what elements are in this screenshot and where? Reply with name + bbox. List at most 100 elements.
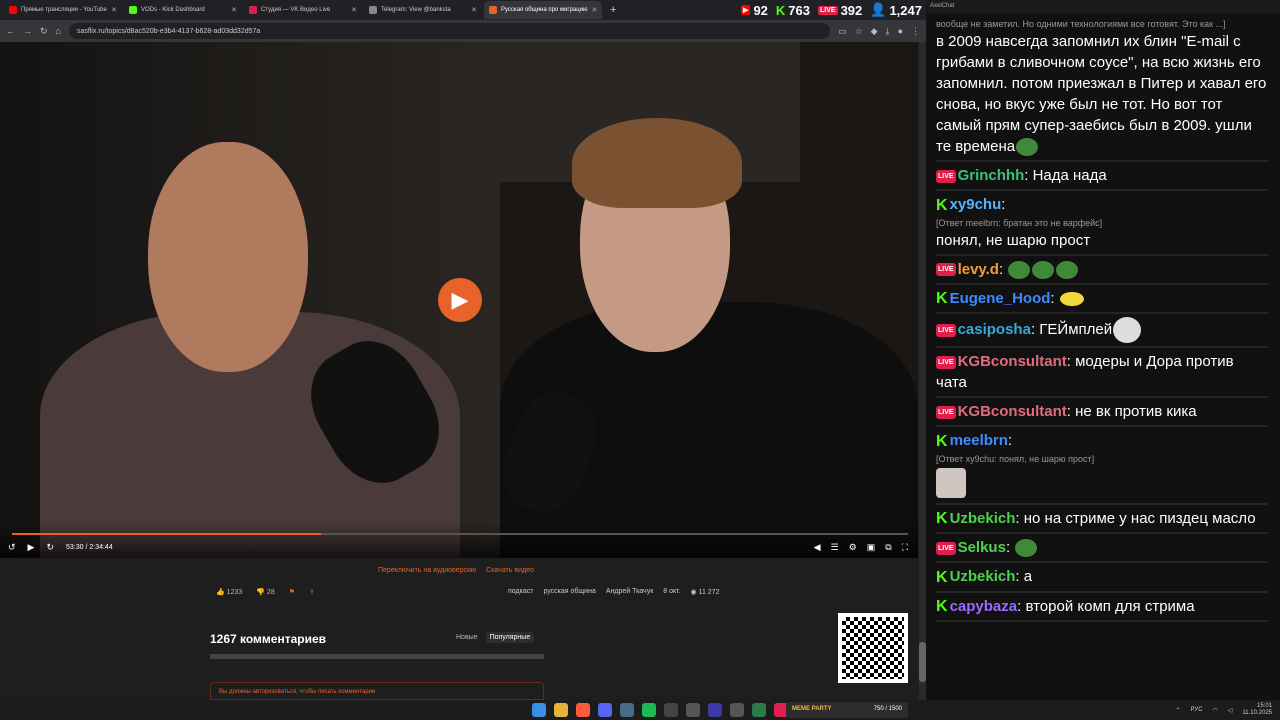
- menu-icon[interactable]: ⋮: [911, 26, 920, 37]
- youtube-count: 92: [753, 2, 768, 18]
- scrollbar-thumb[interactable]: [919, 642, 926, 682]
- cat-emote-icon: [936, 467, 966, 498]
- total-count: 1,247: [889, 2, 922, 18]
- url-input[interactable]: sasflix.ru/topics/d8ac520b-e3b4-4137-b62…: [68, 23, 831, 39]
- kick-counter: K 763: [776, 3, 810, 18]
- download-video-link[interactable]: Скачать видео: [486, 567, 534, 574]
- chat-nick[interactable]: capybaza: [950, 598, 1018, 615]
- yandex-icon[interactable]: [576, 703, 590, 717]
- chat-window-title: AxelChat: [926, 0, 1280, 14]
- chat-nick[interactable]: meelbrn: [950, 432, 1008, 449]
- clock[interactable]: 15:01 11.10.2025: [1242, 703, 1272, 717]
- bookmark-icon[interactable]: ⚑: [289, 588, 295, 596]
- comment-sort: Новые Популярные: [452, 632, 535, 643]
- reload-icon[interactable]: ↻: [40, 26, 48, 37]
- address-bar: ← → ↻ ⌂ sasflix.ru/topics/d8ac520b-e3b4-…: [0, 20, 926, 42]
- tab-youtube[interactable]: Прямые трансляции - YouTube ✕: [4, 1, 122, 19]
- app-icon[interactable]: [752, 703, 766, 717]
- tab-telegram[interactable]: Telegram: View @banksta ✕: [364, 1, 482, 19]
- like-button[interactable]: 👍 1233: [216, 588, 242, 596]
- chat-nick[interactable]: levy.d: [958, 261, 999, 278]
- tab-kick[interactable]: VODs - Kick Dashboard ✕: [124, 1, 242, 19]
- meme-party-widget[interactable]: MEME PARTY 750 / 1500: [786, 702, 908, 718]
- tag-link[interactable]: подкаст: [508, 588, 533, 596]
- back-icon[interactable]: ←: [6, 26, 15, 36]
- chat-message: LIVE levy.d:: [936, 256, 1268, 285]
- tab-vk[interactable]: Студия — VK Видео Live ✕: [244, 1, 362, 19]
- play-small-icon[interactable]: ▶: [28, 542, 35, 553]
- guest-right-hair: [572, 118, 742, 208]
- close-icon[interactable]: ✕: [111, 6, 117, 14]
- forward-skip-icon[interactable]: ↻: [46, 542, 54, 553]
- chat-nick[interactable]: Grinchhh: [958, 167, 1025, 184]
- fullscreen-icon[interactable]: ⛶: [902, 542, 908, 553]
- chat-nick[interactable]: KGBconsultant: [958, 403, 1067, 420]
- control-row: ↺ ▶ ↻ 53:30 / 2:34:44 ◀ ☰ ⚙ ▣ ⧉ ⛶: [8, 542, 908, 553]
- spotify-icon[interactable]: [642, 703, 656, 717]
- sort-popular-tab[interactable]: Популярные: [485, 632, 535, 643]
- chapters-icon[interactable]: ☰: [831, 542, 839, 553]
- total-counter: 👤 1,247: [870, 2, 922, 18]
- close-icon[interactable]: ✕: [351, 6, 357, 14]
- close-icon[interactable]: ✕: [471, 6, 477, 14]
- vk-live-icon: LIVE: [936, 355, 956, 369]
- extension-icon[interactable]: ◆: [871, 26, 878, 37]
- qr-pattern: [842, 617, 904, 679]
- comment-input-bar[interactable]: [210, 654, 544, 659]
- home-icon[interactable]: ⌂: [56, 26, 61, 36]
- clock-time: 15:01: [1256, 703, 1272, 709]
- bookmark-star-icon[interactable]: ☆: [855, 26, 863, 37]
- volume-icon[interactable]: ◀: [814, 542, 821, 553]
- new-tab-button[interactable]: +: [604, 4, 622, 16]
- vk-icon: [249, 6, 257, 14]
- video-meta: подкаст русская община Андрей Ткачук 8 о…: [508, 588, 719, 596]
- chat-nick[interactable]: Uzbekich: [950, 568, 1016, 585]
- steam-icon[interactable]: [620, 703, 634, 717]
- chat-nick[interactable]: KGBconsultant: [958, 353, 1067, 370]
- page-scrollbar[interactable]: [919, 42, 926, 700]
- obs-icon[interactable]: [664, 703, 678, 717]
- tab-bar: Прямые трансляции - YouTube ✕ VODs - Kick…: [0, 0, 926, 20]
- video-player[interactable]: ▶ ↺ ▶ ↻ 53:30 / 2:34:44 ◀ ☰ ⚙ ▣ ⧉ ⛶: [0, 42, 918, 558]
- chevron-up-icon[interactable]: ⌃: [1175, 707, 1180, 714]
- laughing-face-emote-icon: [1113, 317, 1142, 344]
- pepe-emote-icon: [1056, 260, 1079, 279]
- chat-message: K Eugene_Hood:: [936, 285, 1268, 315]
- discord-icon[interactable]: [598, 703, 612, 717]
- chat-nick[interactable]: Uzbekich: [950, 510, 1016, 527]
- app-icon[interactable]: [730, 703, 744, 717]
- settings-icon[interactable]: ⚙: [849, 542, 857, 553]
- chat-nick[interactable]: Eugene_Hood: [950, 290, 1051, 307]
- app-icon[interactable]: [686, 703, 700, 717]
- dislike-button[interactable]: 👎 28: [256, 588, 274, 596]
- language-indicator[interactable]: РУС: [1191, 707, 1203, 713]
- cast-icon[interactable]: ▭: [838, 26, 847, 37]
- video-controls: ↺ ▶ ↻ 53:30 / 2:34:44 ◀ ☰ ⚙ ▣ ⧉ ⛶: [0, 522, 918, 558]
- rewind-icon[interactable]: ↺: [8, 542, 16, 553]
- play-button[interactable]: ▶: [438, 278, 482, 322]
- seek-bar[interactable]: [12, 533, 908, 535]
- avatar[interactable]: ●: [898, 26, 903, 37]
- pip-icon[interactable]: ⧉: [885, 542, 891, 553]
- share-icon[interactable]: ⇪: [309, 588, 315, 596]
- tag-link[interactable]: русская община: [543, 588, 595, 596]
- sort-new-tab[interactable]: Новые: [452, 632, 482, 643]
- tab-sasflix[interactable]: Русская община про миграцию ✕: [484, 1, 602, 19]
- viewer-counters: ▶ 92 K 763 LIVE 392 👤 1,247: [741, 2, 926, 18]
- tag-link[interactable]: Андрей Ткачук: [606, 588, 653, 596]
- download-icon[interactable]: ⤓: [886, 26, 890, 37]
- windows-start-icon[interactable]: [532, 703, 546, 717]
- close-icon[interactable]: ✕: [592, 6, 598, 14]
- audio-version-link[interactable]: Переключить на аудиоверсию: [378, 567, 476, 574]
- miniplayer-icon[interactable]: ▣: [867, 542, 876, 553]
- media-player-icon[interactable]: [708, 703, 722, 717]
- forward-icon[interactable]: →: [23, 26, 32, 36]
- wifi-icon[interactable]: ◠: [1213, 707, 1218, 714]
- kick-icon: K: [775, 2, 786, 18]
- chat-nick[interactable]: casiposha: [958, 321, 1031, 338]
- chrome-icon[interactable]: [554, 703, 568, 717]
- speaker-icon[interactable]: ◁: [1228, 707, 1233, 714]
- chat-nick[interactable]: Selkus: [958, 539, 1006, 556]
- close-icon[interactable]: ✕: [231, 6, 237, 14]
- chat-nick[interactable]: xy9chu: [950, 196, 1002, 213]
